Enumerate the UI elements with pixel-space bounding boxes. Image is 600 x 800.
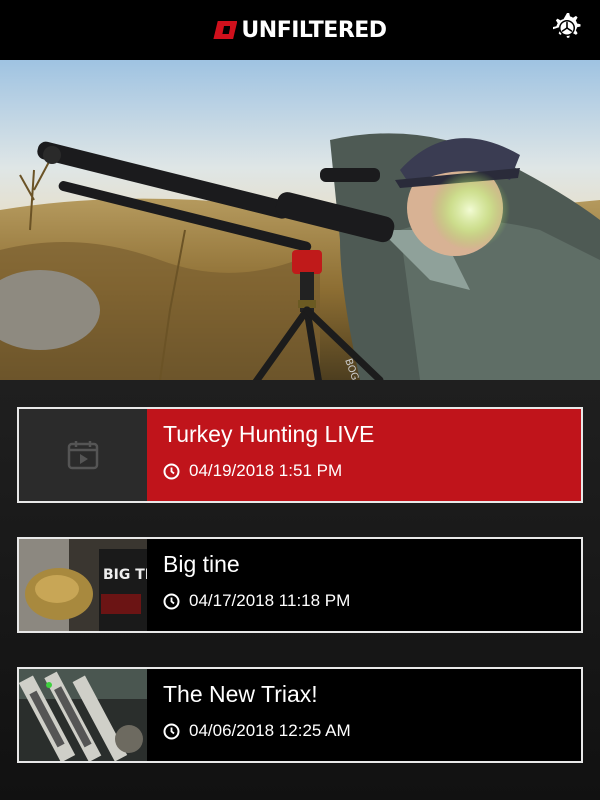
video-thumbnail bbox=[19, 669, 147, 761]
video-list: Turkey Hunting LIVE 04/19/2018 1:51 PM B… bbox=[0, 380, 600, 763]
clock-icon bbox=[163, 723, 180, 739]
video-card[interactable]: Turkey Hunting LIVE 04/19/2018 1:51 PM bbox=[17, 407, 583, 503]
clock-icon bbox=[163, 593, 180, 609]
video-title: The New Triax! bbox=[163, 681, 318, 707]
video-thumbnail bbox=[19, 409, 147, 501]
logo-text: UNFILTERED bbox=[241, 17, 387, 43]
clock-icon bbox=[163, 463, 180, 479]
video-date: 04/06/2018 12:25 AM bbox=[163, 721, 351, 741]
video-date-text: 04/19/2018 1:51 PM bbox=[189, 461, 343, 480]
video-card[interactable]: BIG TI Big tine 04/17/2018 11:18 PM bbox=[17, 537, 583, 633]
video-date: 04/19/2018 1:51 PM bbox=[163, 461, 374, 481]
svg-text:BIG TI: BIG TI bbox=[103, 567, 147, 583]
video-title: Big tine bbox=[163, 551, 240, 577]
video-card[interactable]: The New Triax! 04/06/2018 12:25 AM bbox=[17, 667, 583, 763]
video-thumbnail: BIG TI bbox=[19, 539, 147, 631]
top-bar: UNFILTERED bbox=[0, 0, 600, 60]
hero-image[interactable]: BOG-POD bbox=[0, 60, 600, 380]
video-date-text: 04/17/2018 11:18 PM bbox=[189, 591, 351, 610]
logo-mark-icon bbox=[213, 21, 238, 39]
app-logo: UNFILTERED bbox=[213, 17, 387, 43]
video-date: 04/17/2018 11:18 PM bbox=[163, 591, 350, 611]
video-date-text: 04/06/2018 12:25 AM bbox=[189, 721, 351, 740]
triax-thumbnail bbox=[19, 669, 147, 761]
video-title: Turkey Hunting LIVE bbox=[163, 421, 375, 447]
gear-icon[interactable] bbox=[550, 11, 584, 45]
calendar-video-icon bbox=[67, 441, 99, 470]
big-tine-thumbnail: BIG TI bbox=[19, 539, 147, 631]
hero-illustration: BOG-POD bbox=[0, 60, 600, 380]
